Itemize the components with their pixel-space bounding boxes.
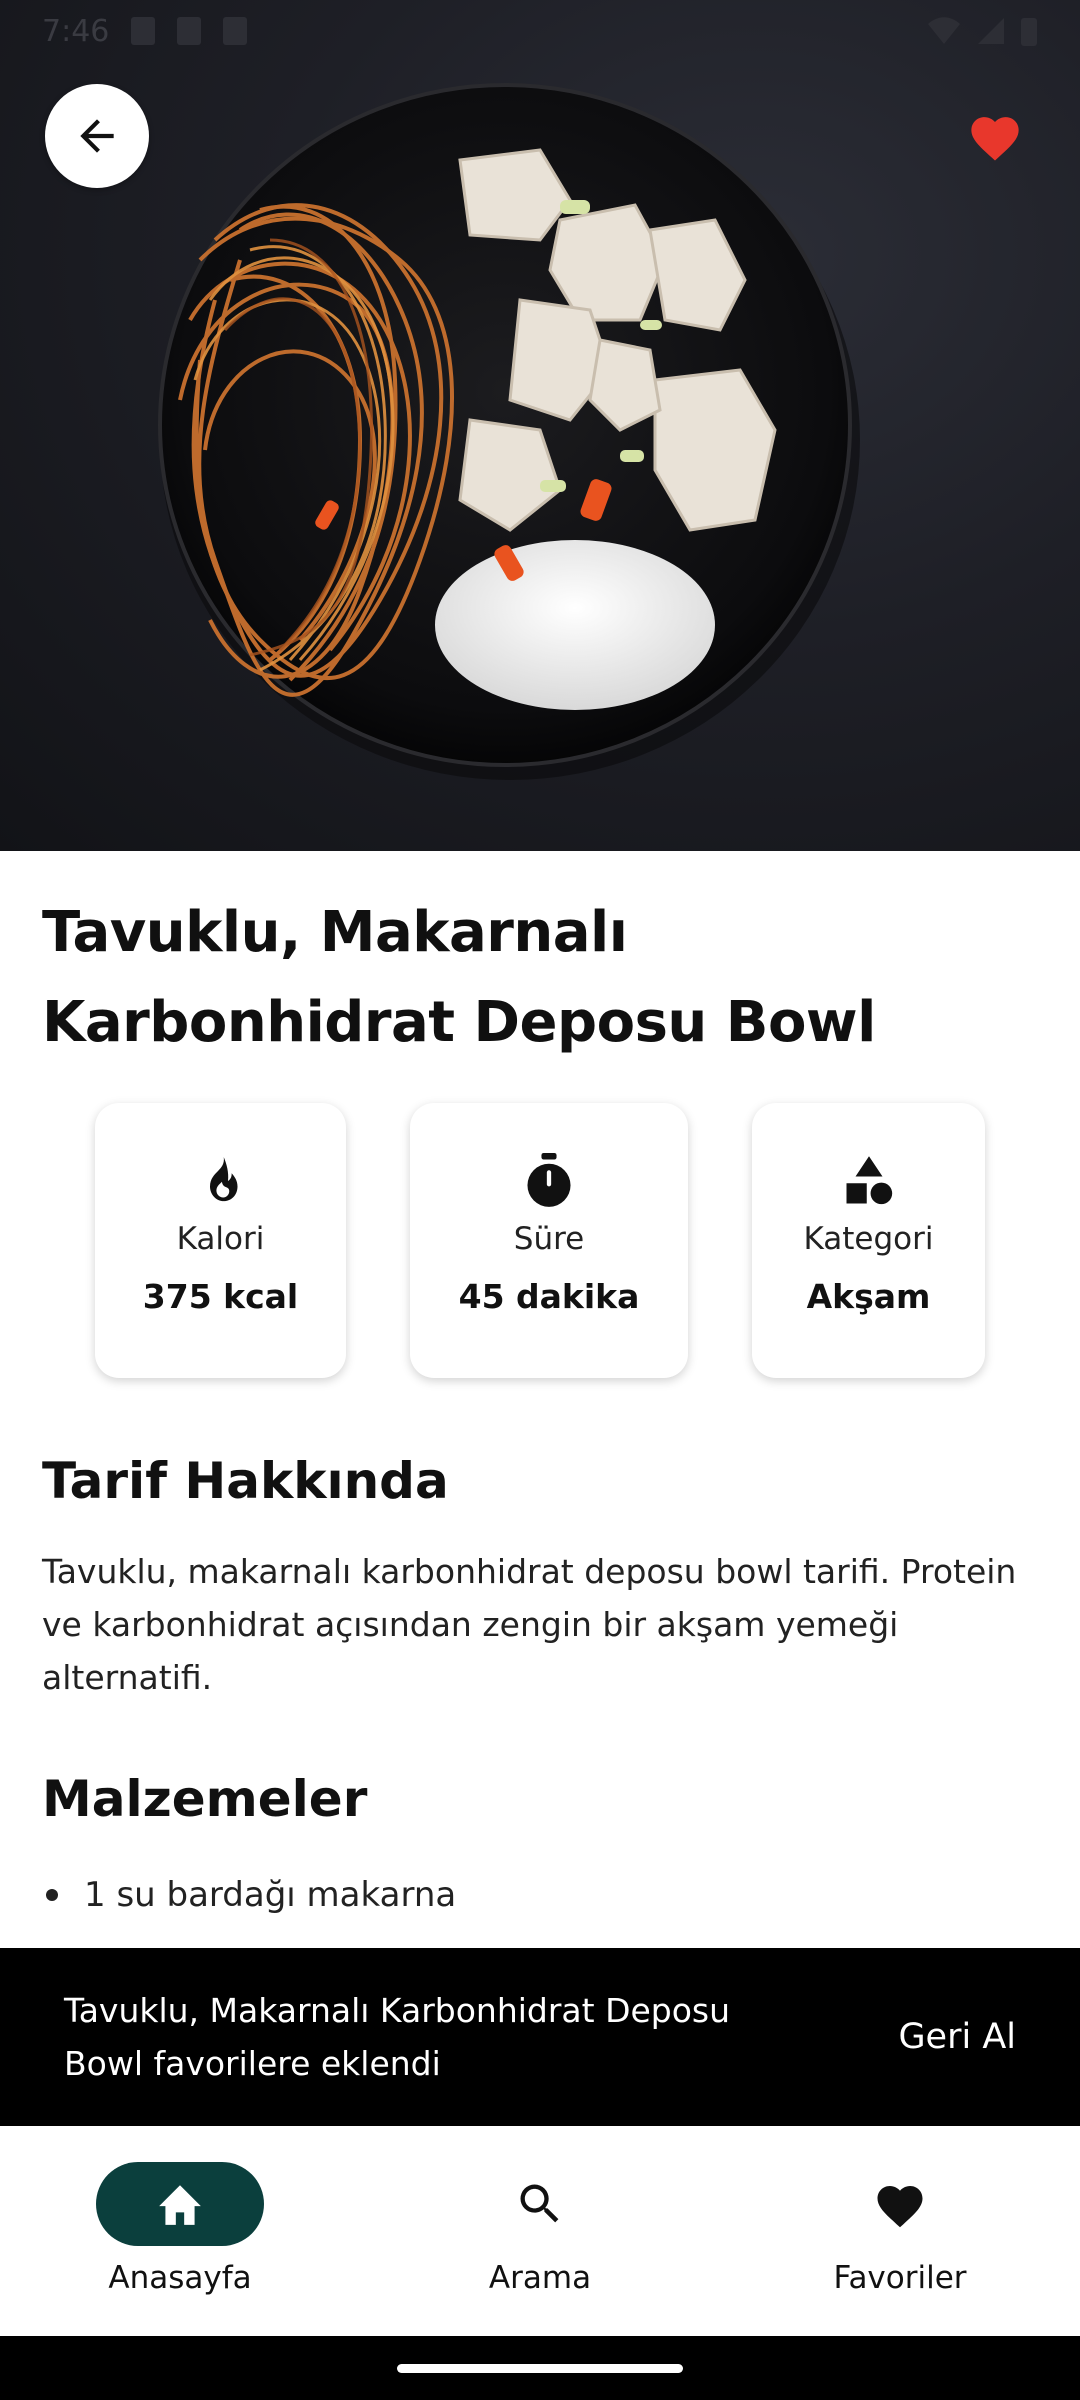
back-button[interactable] xyxy=(45,84,149,188)
duration-label: Süre xyxy=(513,1221,585,1257)
bottom-navigation: Anasayfa Arama Favoriler xyxy=(0,2126,1080,2336)
arrow-left-icon xyxy=(80,119,114,153)
nav-label-home: Anasayfa xyxy=(108,2260,252,2296)
nav-icon-container xyxy=(456,2162,624,2246)
signal-icon xyxy=(978,18,1004,44)
nav-item-favorites[interactable]: Favoriler xyxy=(750,2162,1050,2296)
nav-item-home[interactable]: Anasayfa xyxy=(30,2162,330,2296)
ingredients-heading: Malzemeler xyxy=(42,1770,368,1828)
about-text: Tavuklu, makarnalı karbonhidrat deposu b… xyxy=(42,1552,1017,1697)
gesture-navigation-area xyxy=(0,2336,1080,2400)
home-icon xyxy=(159,2185,201,2225)
nav-active-indicator xyxy=(96,2162,264,2246)
undo-button[interactable]: Geri Al xyxy=(898,2017,1016,2057)
category-label: Kategori xyxy=(803,1221,934,1257)
battery-icon xyxy=(1021,18,1037,46)
recipe-hero-image: 7:46 xyxy=(0,0,1080,851)
heart-icon xyxy=(877,2186,923,2228)
snackbar-message: Tavuklu, Makarnalı Karbonhidrat Deposu B… xyxy=(64,1991,731,2083)
about-heading: Tarif Hakkında xyxy=(42,1452,449,1510)
list-item: 1 su bardağı makarna xyxy=(42,1875,456,1915)
category-value: Akşam xyxy=(806,1277,931,1316)
category-shapes-icon xyxy=(846,1156,892,1205)
nav-icon-container xyxy=(816,2162,984,2246)
recipe-title: Tavuklu, Makarnalı Karbonhidrat Deposu B… xyxy=(42,900,876,1055)
food-bowl-illustration xyxy=(158,83,860,780)
favorite-button[interactable] xyxy=(960,104,1030,168)
nav-label-search: Arama xyxy=(488,2260,592,2296)
wifi-icon xyxy=(928,17,960,44)
category-card: Kategori Akşam xyxy=(752,1103,985,1378)
notification-icon xyxy=(223,17,248,45)
status-bar: 7:46 xyxy=(0,0,1080,62)
duration-value: 45 dakika xyxy=(458,1277,640,1316)
shield-icon xyxy=(131,17,156,45)
nav-item-search[interactable]: Arama xyxy=(390,2162,690,2296)
status-time: 7:46 xyxy=(42,13,110,49)
bullet-dot xyxy=(46,1889,58,1901)
duration-card: Süre 45 dakika xyxy=(410,1103,688,1378)
home-gesture-bar[interactable] xyxy=(397,2364,683,2373)
calorie-label: Kalori xyxy=(176,1221,265,1257)
calorie-card: Kalori 375 kcal xyxy=(95,1103,346,1378)
nav-label-favorites: Favoriler xyxy=(833,2260,967,2296)
timer-icon xyxy=(527,1153,571,1207)
heart-icon xyxy=(971,117,1019,161)
snackbar: Tavuklu, Makarnalı Karbonhidrat Deposu B… xyxy=(0,1948,1080,2126)
calorie-value: 375 kcal xyxy=(142,1277,299,1316)
search-icon xyxy=(520,2184,559,2223)
sim-card-icon xyxy=(177,17,202,45)
flame-icon xyxy=(209,1157,237,1202)
ingredient-text: 1 su bardağı makarna xyxy=(84,1875,457,1915)
